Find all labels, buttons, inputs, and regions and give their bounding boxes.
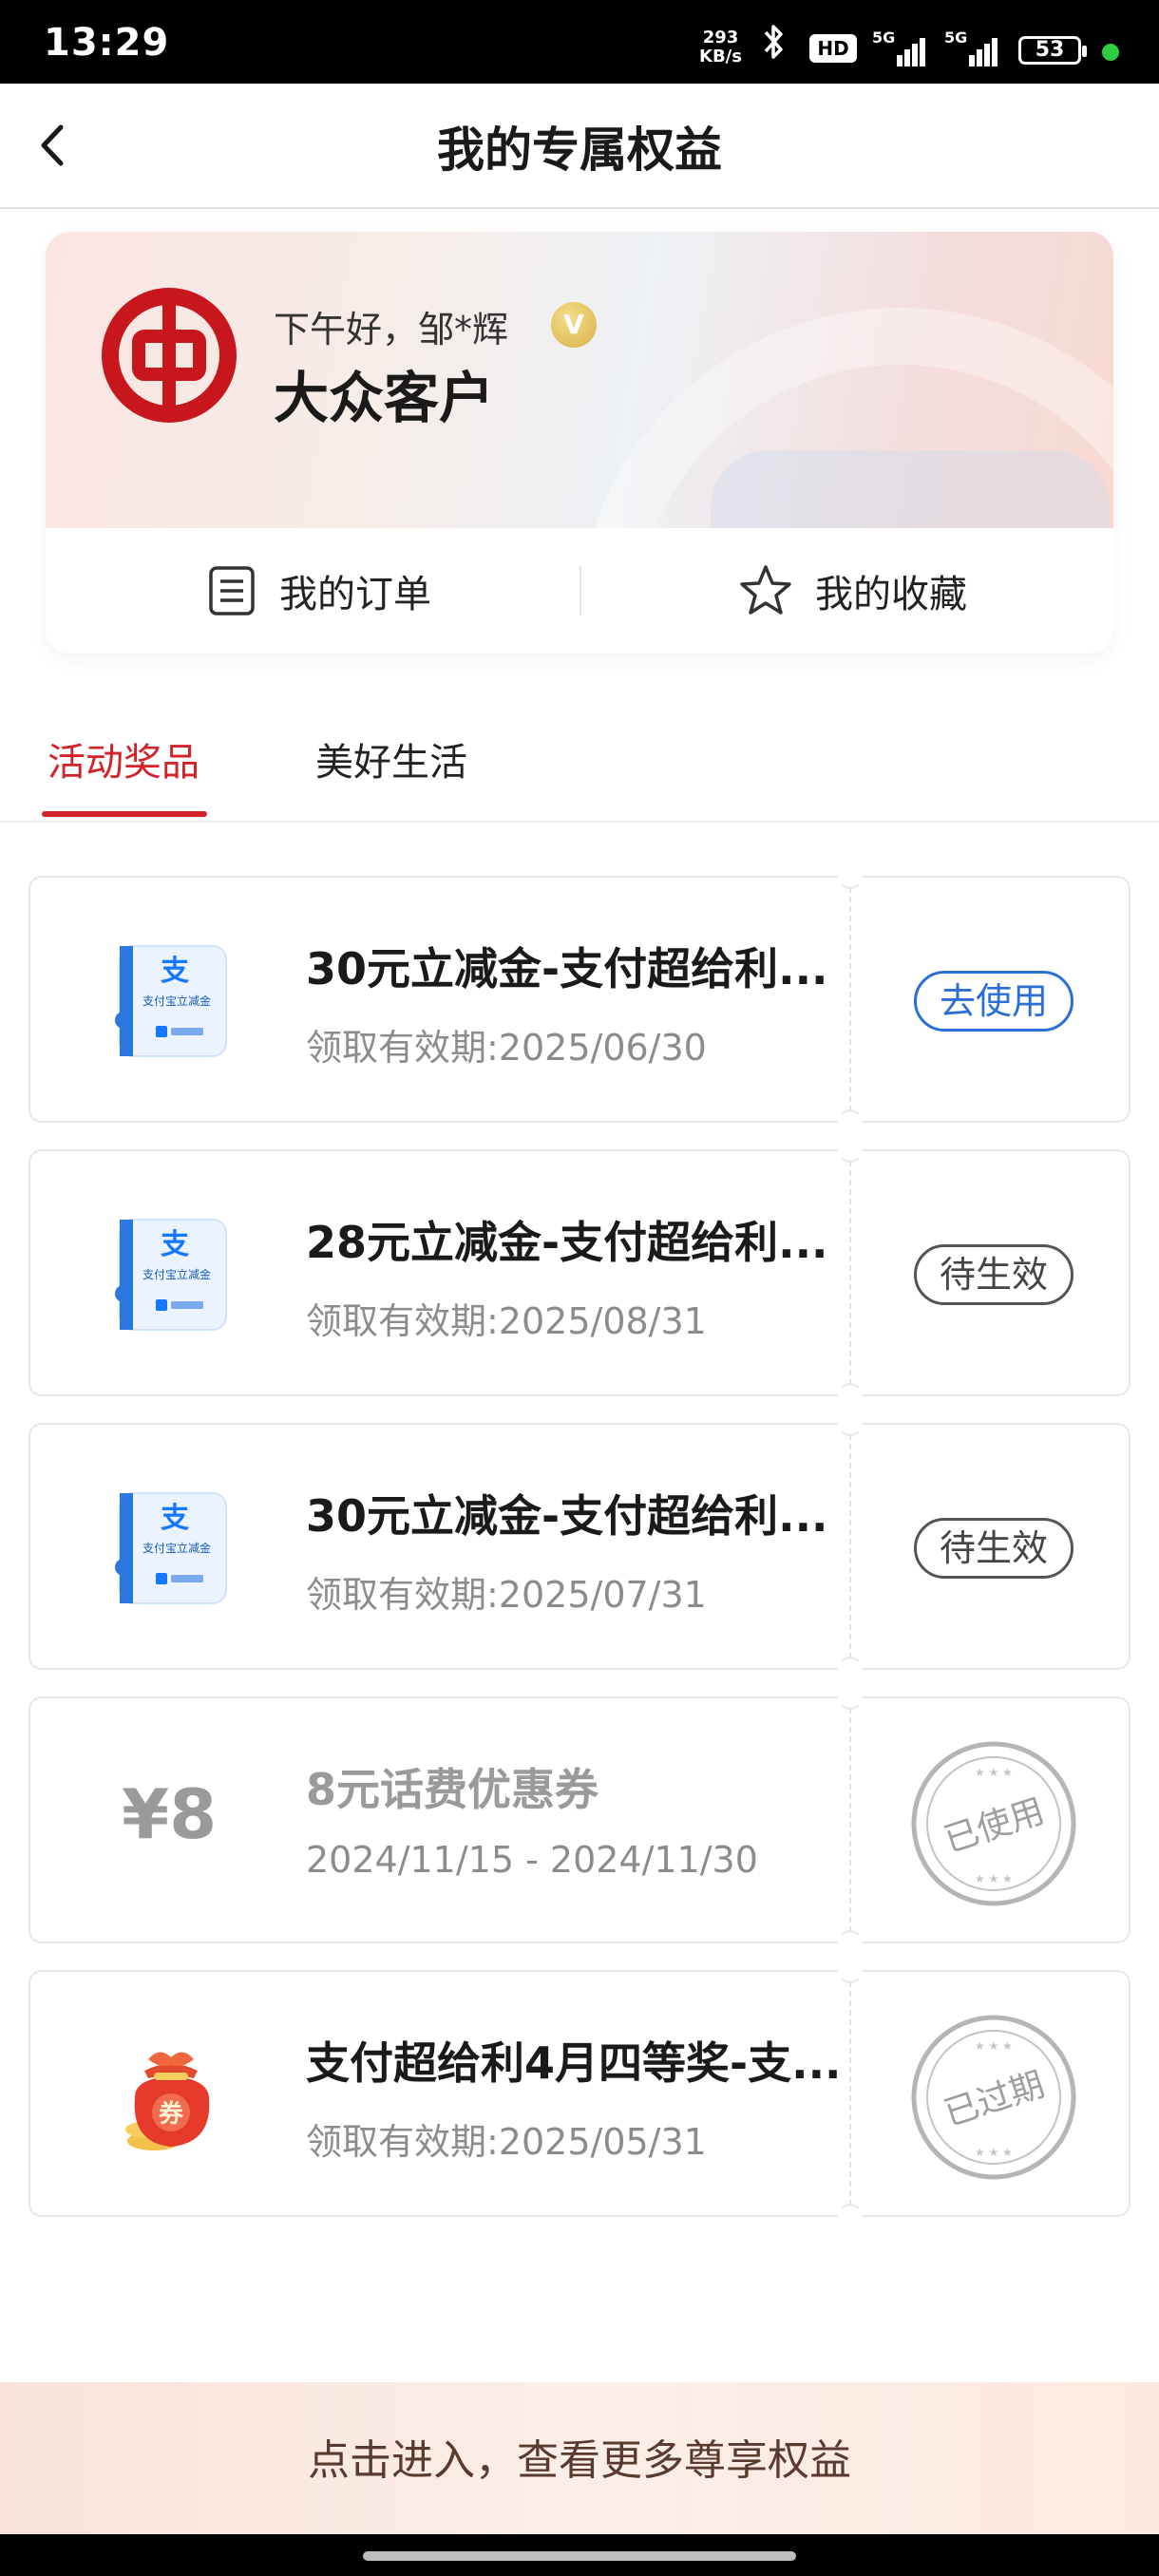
home-indicator[interactable] bbox=[363, 2551, 796, 2561]
lucky-bag-label: 券 bbox=[159, 2100, 184, 2129]
network-speed-unit: KB/s bbox=[699, 47, 742, 66]
coupon-title: 28元立减金-支付超给利... bbox=[306, 1217, 828, 1268]
coupon-icon-caption: 支付宝立减金 bbox=[142, 1267, 211, 1281]
coupon-card[interactable]: ¥8 8元话费优惠券 2024/11/15 - 2024/11/30 ★ ★ ★… bbox=[28, 1685, 1130, 1955]
category-tabs: 活动奖品 美好生活 bbox=[0, 693, 1159, 823]
more-benefits-text: 点击进入，查看更多尊享权益 bbox=[308, 2436, 851, 2485]
battery-icon: 53 bbox=[1018, 36, 1087, 65]
tab-better-life[interactable]: 美好生活 bbox=[315, 731, 467, 786]
coupon-card[interactable]: 券 支付超给利4月四等奖-支... 领取有效期:2025/05/31 ★ ★ ★… bbox=[28, 1959, 1130, 2228]
pending-status-button[interactable]: 待生效 bbox=[914, 1518, 1074, 1579]
star-icon bbox=[740, 565, 791, 615]
coupon-date: 领取有效期:2025/06/30 bbox=[306, 1027, 707, 1069]
vip-badge-icon: V bbox=[551, 302, 597, 348]
alipay-voucher-icon: 支 支付宝立减金 bbox=[115, 1492, 227, 1604]
coupon-price: ¥8 bbox=[122, 1774, 218, 1854]
coupon-card[interactable]: 支 支付宝立减金 28元立减金-支付超给利... 领取有效期:2025/08/3… bbox=[28, 1138, 1130, 1408]
bank-of-china-logo bbox=[102, 288, 237, 423]
coupon-card[interactable]: 支 支付宝立减金 30元立减金-支付超给利... 领取有效期:2025/06/3… bbox=[28, 864, 1130, 1134]
page-title: 我的专属权益 bbox=[437, 123, 722, 178]
signal-label: 5G bbox=[944, 28, 968, 47]
used-stamp-icon: ★ ★ ★ ★ ★ ★ 已使用 bbox=[911, 1741, 1076, 1906]
coupon-title: 8元话费优惠券 bbox=[306, 1764, 599, 1815]
red-lucky-bag-icon: 券 bbox=[125, 2052, 210, 2150]
expired-stamp-icon: ★ ★ ★ ★ ★ ★ 已过期 bbox=[911, 2015, 1076, 2180]
coupon-date: 领取有效期:2025/08/31 bbox=[306, 1300, 707, 1342]
coupon-title: 30元立减金-支付超给利... bbox=[306, 943, 828, 994]
alipay-voucher-icon: 支 支付宝立减金 bbox=[115, 1219, 227, 1331]
use-coupon-button[interactable]: 去使用 bbox=[914, 971, 1074, 1032]
coupon-card[interactable]: 支 支付宝立减金 30元立减金-支付超给利... 领取有效期:2025/07/3… bbox=[28, 1411, 1130, 1681]
divider bbox=[580, 566, 581, 616]
stamp-text: 已过期 bbox=[940, 2065, 1049, 2133]
network-speed: 293 KB/s bbox=[699, 28, 742, 66]
status-bar: 13:29 293 KB/s HD 5G 5G 53 bbox=[0, 0, 1159, 84]
my-favorites-label: 我的收藏 bbox=[815, 573, 967, 616]
user-banner: 下午好，邹*辉 V 大众客户 bbox=[46, 232, 1113, 653]
coupon-date: 领取有效期:2025/07/31 bbox=[306, 1574, 707, 1616]
more-benefits-banner[interactable]: 点击进入，查看更多尊享权益 bbox=[0, 2382, 1159, 2534]
active-tab-indicator bbox=[42, 811, 207, 817]
coupon-icon-caption: 支付宝立减金 bbox=[142, 994, 211, 1008]
order-list-icon bbox=[209, 566, 255, 616]
alipay-voucher-icon: 支 支付宝立减金 bbox=[115, 945, 227, 1057]
my-favorites-button[interactable]: 我的收藏 bbox=[737, 528, 967, 653]
network-speed-value: 293 bbox=[702, 28, 739, 47]
pending-status-button[interactable]: 待生效 bbox=[914, 1244, 1074, 1305]
my-orders-button[interactable]: 我的订单 bbox=[205, 528, 431, 653]
privacy-indicator-dot bbox=[1102, 44, 1119, 61]
user-card: 下午好，邹*辉 V 大众客户 我的订单 我的收藏 bbox=[46, 232, 1113, 653]
signal-icon-sim2: 5G bbox=[944, 28, 1001, 66]
coupon-date: 领取有效期:2025/05/31 bbox=[306, 2121, 707, 2163]
coupon-title: 支付超给利4月四等奖-支... bbox=[306, 2037, 842, 2089]
svg-text:★ ★ ★: ★ ★ ★ bbox=[975, 2039, 1013, 2053]
status-time: 13:29 bbox=[44, 21, 170, 65]
svg-text:★ ★ ★: ★ ★ ★ bbox=[975, 2146, 1013, 2159]
customer-level: 大众客户 bbox=[274, 366, 495, 430]
signal-icon-sim1: 5G bbox=[872, 28, 929, 66]
hd-voice-icon: HD bbox=[809, 34, 857, 63]
stamp-text: 已使用 bbox=[940, 1791, 1049, 1860]
svg-text:★ ★ ★: ★ ★ ★ bbox=[975, 1766, 1013, 1779]
user-quick-links: 我的订单 我的收藏 bbox=[46, 528, 1113, 653]
tab-activity-prizes[interactable]: 活动奖品 bbox=[48, 731, 200, 786]
coupon-icon-caption: 支付宝立减金 bbox=[142, 1541, 211, 1555]
page-header: 我的专属权益 bbox=[0, 84, 1159, 209]
my-orders-label: 我的订单 bbox=[279, 573, 431, 616]
svg-text:支: 支 bbox=[161, 1228, 189, 1261]
coupon-title: 30元立减金-支付超给利... bbox=[306, 1490, 828, 1542]
bluetooth-icon bbox=[764, 25, 783, 59]
greeting-text: 下午好，邹*辉 bbox=[274, 309, 509, 350]
svg-text:支: 支 bbox=[161, 955, 189, 988]
svg-text:★ ★ ★: ★ ★ ★ bbox=[975, 1872, 1013, 1885]
svg-text:支: 支 bbox=[161, 1502, 189, 1535]
coupon-date: 2024/11/15 - 2024/11/30 bbox=[306, 1839, 758, 1881]
signal-label: 5G bbox=[872, 28, 896, 47]
